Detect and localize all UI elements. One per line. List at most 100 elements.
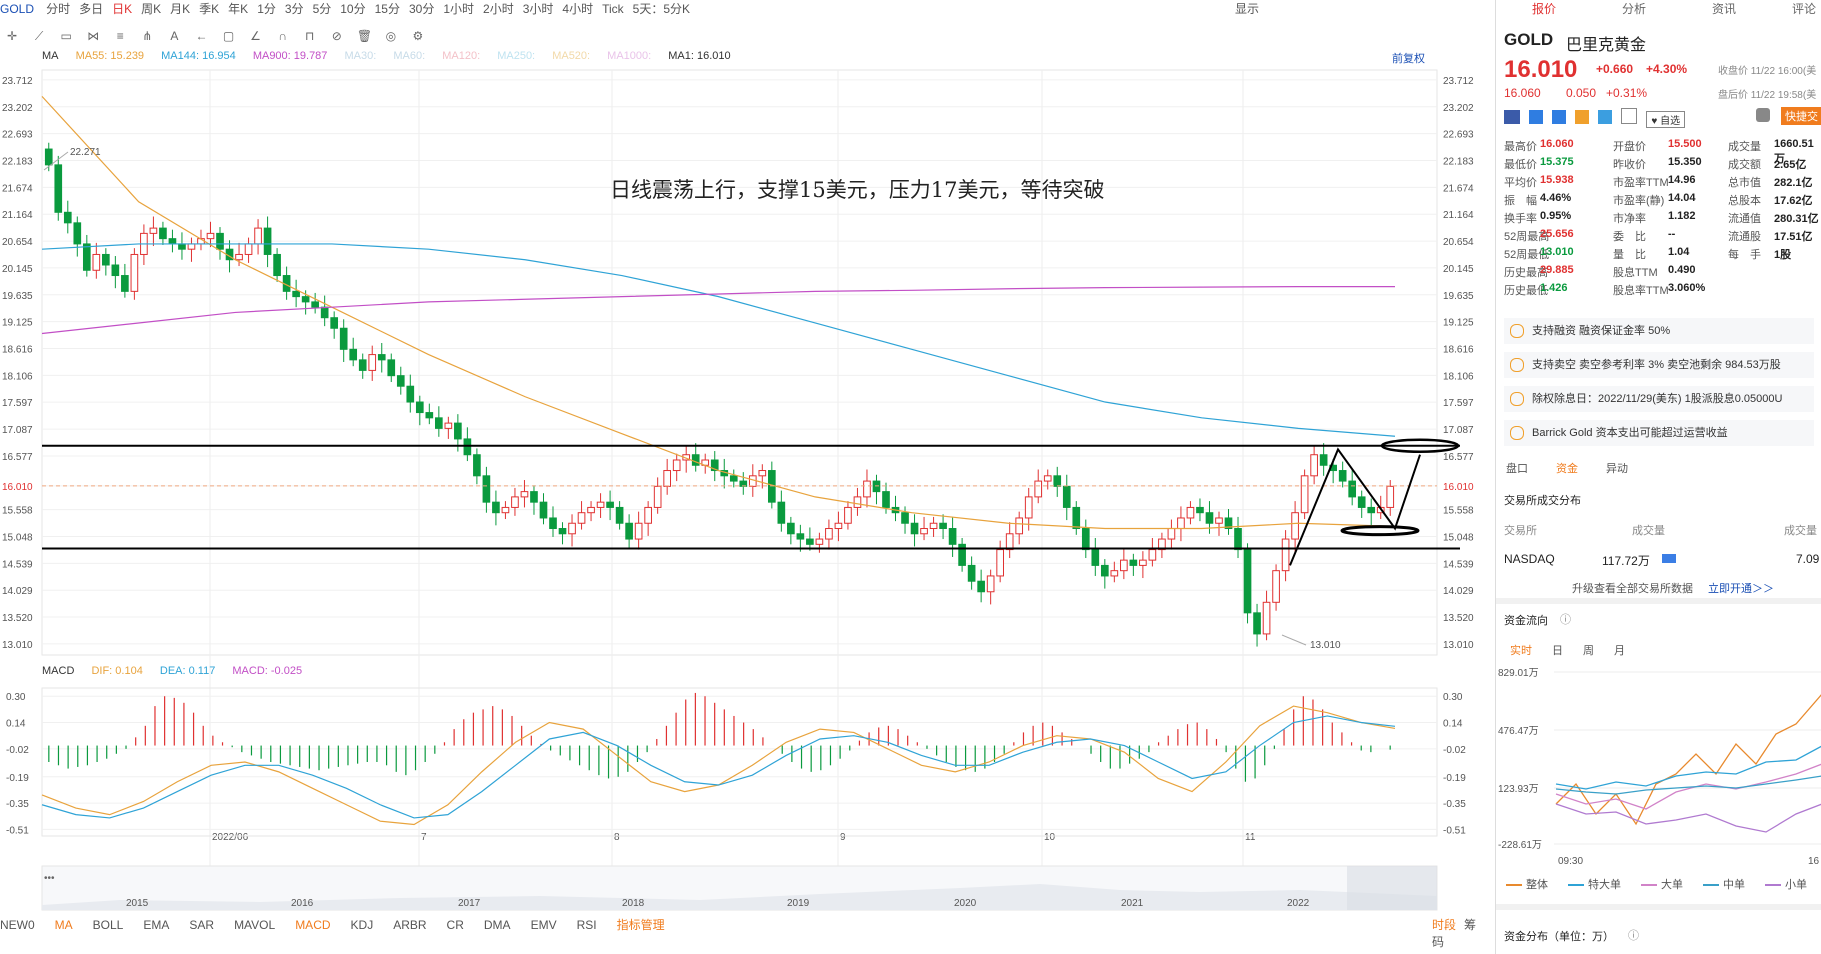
indicator-right-0[interactable]: 时段 (1432, 918, 1456, 932)
price-tick-right: 17.597 (1443, 398, 1474, 409)
indicator-0[interactable]: NEW0 (0, 918, 35, 932)
indicator-2[interactable]: BOLL (93, 918, 124, 932)
stat-label: 成交量 (1728, 141, 1761, 153)
indicator-4[interactable]: SAR (189, 918, 214, 932)
overview-year: 2019 (787, 898, 810, 909)
flow-tab-2[interactable]: 周 (1583, 645, 1594, 657)
candle (977, 580, 985, 593)
upgrade-link[interactable]: 立即开通＞＞ (1708, 580, 1774, 596)
price-tick-left: 18.106 (2, 371, 33, 382)
s-icon[interactable] (1552, 110, 1567, 124)
price-tick-left: 20.654 (2, 237, 33, 248)
price-tick-left: 15.558 (2, 506, 33, 517)
tab-0[interactable]: 报价 (1532, 0, 1556, 17)
candle (444, 422, 453, 429)
indicator-10[interactable]: DMA (484, 918, 511, 932)
stat-value: 4.46% (1540, 192, 1572, 204)
tab-3[interactable]: 评论 (1792, 0, 1816, 17)
info-icon[interactable]: ⓘ (1628, 927, 1639, 943)
price-tick-left: 18.616 (2, 344, 33, 355)
tab-1[interactable]: 分析 (1622, 0, 1646, 17)
stat-label: 昨收价 (1613, 159, 1646, 171)
indicator-13[interactable]: 指标管理 (617, 918, 665, 932)
indicator-bar: NEW0 MA BOLL EMA SAR MAVOL MACD KDJ ARBR CR DMA EMV… (0, 916, 1495, 949)
subtab-0[interactable]: 盘口 (1506, 463, 1528, 475)
flow-line (1555, 694, 1821, 826)
stat-value: 2.65亿 (1774, 159, 1807, 171)
candle (1300, 475, 1309, 514)
chart-canvas[interactable]: 23.712 23.712 23.202 23.202 22.693 22.693 22.1… (0, 0, 1495, 954)
flow-legend-item: 小单 (1765, 879, 1807, 891)
macd-indicator-name[interactable]: MACD (42, 665, 74, 677)
chart-annotation: 日线震荡上行，支撑15美元，压力17美元，等待突破 (610, 178, 1105, 202)
candle (1215, 517, 1223, 524)
divider (1496, 904, 1821, 910)
candle (958, 543, 966, 566)
subtab-1[interactable]: 资金 (1556, 463, 1578, 475)
candle (1015, 517, 1024, 535)
indicator-12[interactable]: RSI (577, 918, 597, 932)
candle (806, 538, 814, 545)
price-tick-right: 22.693 (1443, 130, 1474, 141)
candle (653, 485, 662, 508)
indicator-1[interactable]: MA (55, 918, 73, 932)
indicator-3[interactable]: EMA (143, 918, 169, 932)
candle (396, 375, 405, 387)
overview-year: 2020 (954, 898, 977, 909)
candle (863, 480, 871, 498)
indicator-6[interactable]: MACD (295, 918, 330, 932)
watch-button[interactable]: ♥ 自选 (1646, 111, 1686, 128)
bell-icon[interactable] (1756, 108, 1770, 122)
after-pct: +0.31% (1606, 86, 1648, 100)
watch-label: 自选 (1660, 116, 1681, 127)
dif-label: DIF: 0.104 (91, 665, 143, 677)
candle (844, 506, 852, 524)
notice-3[interactable]: Barrick Gold 资本支出可能超过运营收益 (1504, 420, 1814, 446)
lightning-icon[interactable] (1529, 110, 1544, 124)
indicator-11[interactable]: EMV (531, 918, 557, 932)
price-tick-left: 21.674 (2, 183, 33, 194)
info-icon[interactable]: ⓘ (1560, 611, 1571, 627)
flow-tab-0[interactable]: 实时 (1510, 645, 1532, 657)
dist-exchange: NASDAQ (1504, 552, 1555, 566)
candle (767, 470, 776, 503)
price-frame (41, 69, 1438, 656)
price-tick-right: 20.654 (1443, 237, 1474, 248)
flow-tab-3[interactable]: 月 (1614, 645, 1625, 657)
quick-trade-button[interactable]: 快捷交 (1781, 107, 1821, 125)
x-label: 2022/06 (212, 832, 249, 843)
flow-tab-1[interactable]: 日 (1552, 645, 1563, 657)
price-tick-right: 19.125 (1443, 318, 1474, 329)
candle (901, 512, 909, 524)
candle (1310, 454, 1318, 477)
price-tick-right: 13.520 (1443, 613, 1474, 624)
tab-2[interactable]: 资讯 (1712, 0, 1736, 17)
indicator-5[interactable]: MAVOL (234, 918, 275, 932)
candle (663, 470, 672, 487)
dist-volume2: 7.09 (1796, 552, 1820, 566)
subtab-2[interactable]: 异动 (1606, 463, 1628, 475)
flow-y-tick: 829.01万 (1498, 668, 1539, 679)
notice-0[interactable]: 支持融资 融资保证金率 50% (1504, 318, 1814, 344)
candle (1386, 485, 1395, 508)
dist-title: 交易所成交分布 (1504, 495, 1581, 507)
indicator-7[interactable]: KDJ (351, 918, 374, 932)
notice-1[interactable]: 支持卖空 卖空参考利率 3% 卖空池剩余 984.53万股 (1504, 352, 1814, 378)
candle (130, 253, 139, 292)
candle (1253, 612, 1261, 635)
stat-value: 3.060% (1668, 282, 1706, 294)
candle (301, 296, 310, 303)
indicator-right: 时段 筹码 (1432, 916, 1495, 950)
macd-tick-left: 0.14 (6, 719, 26, 730)
wave-icon[interactable] (1575, 110, 1590, 124)
overview-year: 2017 (458, 898, 481, 909)
legend-label: 小单 (1785, 879, 1807, 891)
notice-2[interactable]: 除权除息日：2022/11/29(美东) 1股派股息0.05000U (1504, 386, 1814, 412)
quote-symbol: GOLD (1504, 30, 1554, 49)
chat-icon[interactable] (1598, 110, 1613, 124)
flow-y-tick: 123.93万 (1498, 784, 1539, 795)
flag-icon[interactable] (1504, 110, 1520, 124)
indicator-8[interactable]: ARBR (393, 918, 426, 932)
indicator-9[interactable]: CR (447, 918, 464, 932)
doc-icon[interactable] (1621, 108, 1638, 124)
